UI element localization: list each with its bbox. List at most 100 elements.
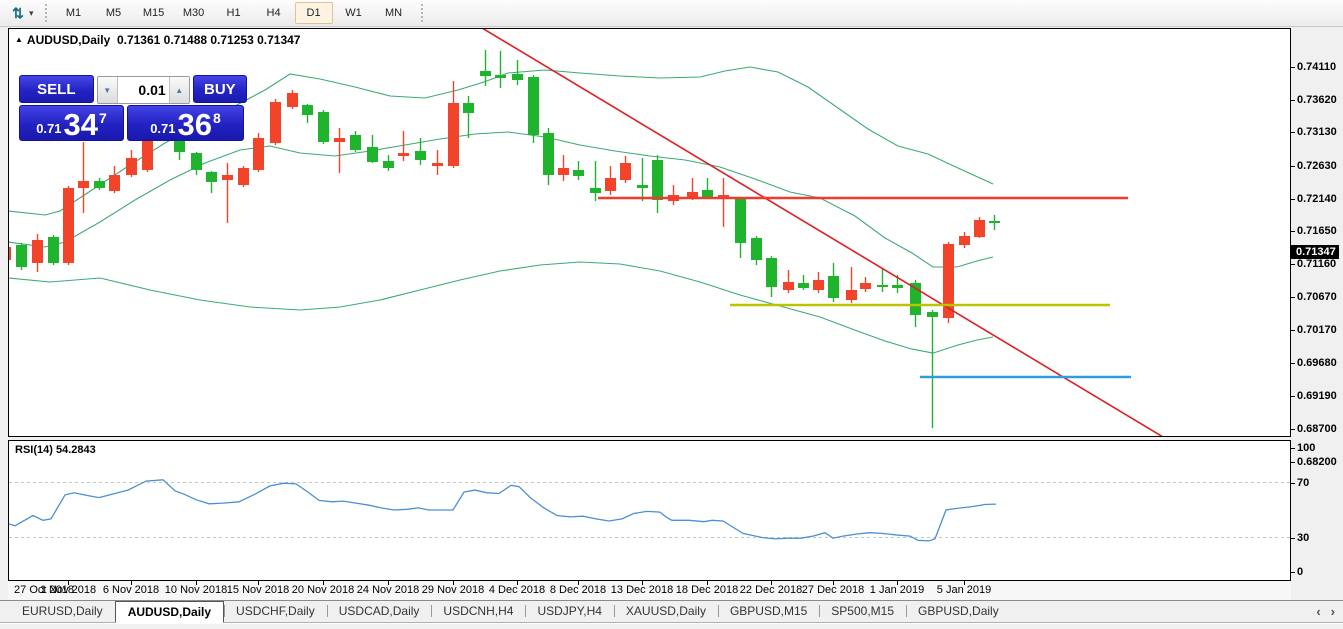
rsi-chart — [9, 441, 1290, 580]
rsi-label: RSI(14) 54.2843 — [15, 444, 96, 456]
timeframe-button-W1[interactable]: W1 — [335, 2, 373, 24]
price-tick: 0.71160 — [1291, 258, 1336, 270]
candle-body — [798, 283, 809, 288]
candle-body — [860, 283, 871, 289]
trendline[interactable] — [482, 29, 1163, 436]
timeframe-button-M1[interactable]: M1 — [55, 2, 93, 24]
chart-tab-usdchf-daily[interactable]: USDCHF,Daily — [224, 601, 327, 621]
candle-body — [766, 258, 777, 287]
candle-body — [16, 245, 27, 267]
candle-body — [943, 244, 954, 318]
volume-stepper: ▼ ▲ — [97, 76, 190, 104]
time-label: 13 Dec 2018 — [611, 584, 673, 596]
rsi-scale-label: 30 — [1291, 532, 1309, 544]
order-arrows-icon[interactable]: ⇅ — [8, 3, 28, 23]
current-price-label: 0.71347 — [1291, 245, 1339, 259]
time-label: 15 Nov 2018 — [227, 584, 289, 596]
time-label: 18 Dec 2018 — [676, 584, 738, 596]
price-tick: 0.73620 — [1291, 94, 1337, 106]
candle-body — [783, 282, 794, 290]
candle-body — [846, 290, 857, 300]
candle-body — [590, 188, 601, 193]
candle-body — [892, 285, 903, 288]
candle-body — [350, 135, 361, 150]
candle-body — [334, 138, 345, 142]
time-label: 20 Nov 2018 — [292, 584, 354, 596]
time-axis[interactable]: 27 Oct 20181 Nov 20186 Nov 201810 Nov 20… — [8, 581, 1291, 600]
timeframe-button-M15[interactable]: M15 — [135, 2, 173, 24]
volume-increase-button[interactable]: ▲ — [169, 77, 189, 103]
time-label: 5 Jan 2019 — [937, 584, 991, 596]
time-label: 10 Nov 2018 — [165, 584, 227, 596]
price-tick: 0.74110 — [1291, 61, 1336, 73]
candle-body — [877, 285, 888, 287]
price-tick: 0.69680 — [1291, 357, 1337, 369]
tabs-scroll-left-icon[interactable]: ‹ — [1316, 604, 1320, 619]
chart-title: ▲AUDUSD,Daily 0.71361 0.71488 0.71253 0.… — [15, 33, 300, 47]
candle-body — [751, 238, 762, 260]
candle-body — [989, 221, 1000, 223]
chart-tab-usdcad-daily[interactable]: USDCAD,Daily — [327, 601, 432, 621]
candle-body — [974, 220, 985, 237]
buy-price-pip: 8 — [213, 110, 221, 126]
buy-price-box[interactable]: 0.71 36 8 — [127, 105, 244, 141]
buy-button[interactable]: BUY — [193, 75, 247, 103]
candle-body — [270, 102, 281, 143]
toolbar-grip — [421, 4, 423, 22]
candle-body — [109, 175, 120, 191]
chart-tab-gbpusd-m15[interactable]: GBPUSD,M15 — [718, 601, 819, 621]
main-chart-pane[interactable]: ▲AUDUSD,Daily 0.71361 0.71488 0.71253 0.… — [8, 28, 1291, 437]
toolbar-grip — [45, 4, 47, 22]
price-tick: 0.68200 — [1291, 456, 1337, 468]
chart-tab-usdjpy-h4[interactable]: USDJPY,H4 — [525, 601, 613, 621]
chart-tab-eurusd-daily[interactable]: EURUSD,Daily — [10, 601, 115, 621]
sell-price-box[interactable]: 0.71 34 7 — [19, 105, 124, 141]
chart-tab-usdcnh-h4[interactable]: USDCNH,H4 — [431, 601, 525, 621]
candle-body — [383, 161, 394, 168]
timeframe-button-M30[interactable]: M30 — [175, 2, 213, 24]
chart-tab-sp500-m15[interactable]: SP500,M15 — [819, 601, 906, 621]
chart-tab-bar: EURUSD,DailyAUDUSD,DailyUSDCHF,DailyUSDC… — [0, 600, 1343, 629]
one-click-trade-panel: SELL ▼ ▲ BUY 0.71 34 7 0.71 36 8 — [19, 75, 247, 141]
time-label: 24 Nov 2018 — [357, 584, 419, 596]
chart-symbol: AUDUSD,Daily — [27, 33, 110, 47]
candle-body — [287, 93, 298, 107]
timeframe-button-H4[interactable]: H4 — [255, 2, 293, 24]
candle-body — [302, 105, 313, 115]
candle-body — [94, 181, 105, 188]
tabs-scroll-right-icon[interactable]: › — [1331, 604, 1335, 619]
timeframe-button-H1[interactable]: H1 — [215, 2, 253, 24]
chevron-down-icon[interactable]: ▾ — [29, 8, 34, 19]
chart-tab-gbpusd-daily[interactable]: GBPUSD,Daily — [906, 601, 1011, 621]
chart-tab-audusd-daily[interactable]: AUDUSD,Daily — [115, 601, 224, 623]
rsi-indicator-pane[interactable]: RSI(14) 54.2843 — [8, 440, 1291, 581]
price-axis[interactable]: 0.741100.736200.731300.726300.721400.716… — [1291, 28, 1343, 581]
volume-decrease-button[interactable]: ▼ — [98, 77, 118, 103]
price-tick: 0.70170 — [1291, 324, 1337, 336]
candle-body — [652, 160, 663, 200]
candle-body — [238, 168, 249, 185]
time-label: 8 Dec 2018 — [550, 584, 606, 596]
collapse-panel-icon[interactable]: ▲ — [15, 35, 23, 44]
candle-body — [813, 280, 824, 290]
chart-tab-xauusd-daily[interactable]: XAUUSD,Daily — [614, 601, 718, 621]
buy-price-big: 36 — [178, 110, 212, 140]
timeframe-button-D1[interactable]: D1 — [295, 2, 333, 24]
candle-body — [48, 237, 59, 263]
candle-body — [415, 151, 426, 160]
price-tick: 0.72630 — [1291, 160, 1337, 172]
volume-input[interactable] — [118, 77, 169, 103]
candle-body — [620, 163, 631, 180]
rsi-scale-label: 70 — [1291, 477, 1309, 489]
candle-body — [78, 181, 89, 188]
candle-body — [605, 178, 616, 191]
timeframe-button-M5[interactable]: M5 — [95, 2, 133, 24]
candle-body — [735, 199, 746, 243]
candle-body — [126, 158, 137, 175]
time-label: 4 Dec 2018 — [489, 584, 545, 596]
time-label: 1 Nov 2018 — [40, 584, 96, 596]
candle-body — [528, 77, 539, 135]
timeframe-button-MN[interactable]: MN — [375, 2, 413, 24]
time-label: 1 Jan 2019 — [870, 584, 924, 596]
sell-button[interactable]: SELL — [19, 75, 94, 103]
